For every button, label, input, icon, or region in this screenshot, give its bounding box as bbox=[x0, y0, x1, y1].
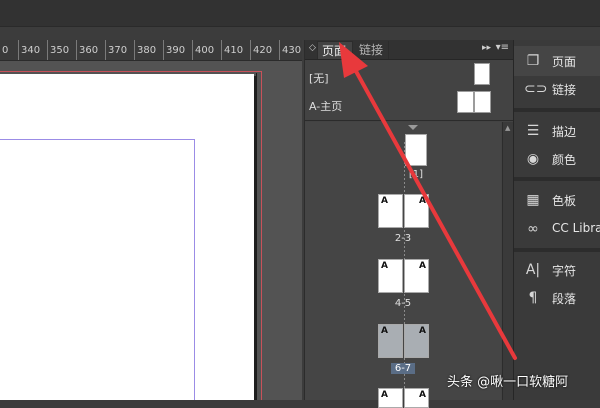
color-palette-icon: ◉ bbox=[526, 151, 540, 167]
ruler-label: 360 bbox=[79, 45, 99, 56]
ruler-tick bbox=[47, 40, 48, 60]
ruler-label: 390 bbox=[166, 45, 186, 56]
dock-item-label: 字符 bbox=[552, 264, 577, 278]
page-thumbnail-1[interactable] bbox=[405, 134, 427, 166]
swatches-icon: ▦ bbox=[526, 192, 540, 208]
master-none-thumbnail[interactable] bbox=[474, 63, 490, 85]
ruler-label: 380 bbox=[137, 45, 157, 56]
ruler-tick bbox=[279, 40, 280, 60]
collapse-arrows-icon[interactable]: ◇ bbox=[309, 43, 316, 53]
insert-marker-icon bbox=[408, 125, 418, 130]
page-thumbnail-4[interactable]: A bbox=[378, 259, 403, 293]
panel-tab-bar: ◇ 页面 链接 ▸▸ ▾≡ bbox=[305, 40, 513, 60]
ruler-tick bbox=[192, 40, 193, 60]
margin-guide bbox=[0, 139, 195, 400]
page-edge-line bbox=[256, 73, 257, 400]
document-pages-section: [1] A A 2-3 A A 4-5 A A 6-7 A A bbox=[305, 122, 501, 408]
pages-panel[interactable]: ◇ 页面 链接 ▸▸ ▾≡ [无] A-主页 [1] A A 2-3 A A 4… bbox=[304, 40, 514, 408]
ruler-label: 410 bbox=[224, 45, 244, 56]
master-a-right-thumbnail[interactable] bbox=[474, 91, 491, 113]
stroke-icon: ☰ bbox=[526, 123, 540, 139]
ruler-tick bbox=[18, 40, 19, 60]
pages-icon: ❐ bbox=[526, 53, 540, 69]
ruler-tick bbox=[250, 40, 251, 60]
page-thumbnail-9[interactable]: A bbox=[404, 388, 429, 408]
top-bar bbox=[0, 0, 600, 27]
links-icon: ⊂⊃ bbox=[524, 81, 548, 97]
dock-item-pages[interactable]: ❐ 页面 bbox=[514, 46, 600, 76]
page-thumbnail-5[interactable]: A bbox=[404, 259, 429, 293]
page-label-2-3: 2-3 bbox=[394, 233, 412, 244]
ruler-label: 420 bbox=[253, 45, 273, 56]
master-pages-section: [无] A-主页 bbox=[305, 60, 513, 121]
dock-item-swatches[interactable]: ▦ 色板 bbox=[514, 185, 600, 215]
dock-item-links[interactable]: ⊂⊃ 链接 bbox=[514, 74, 600, 104]
dock-item-label: 色板 bbox=[552, 194, 577, 208]
page-thumbnail-3[interactable]: A bbox=[404, 194, 429, 228]
dock-item-label: 颜色 bbox=[552, 153, 577, 167]
page-label-1: [1] bbox=[408, 169, 424, 180]
cc-libraries-icon: ∞ bbox=[527, 221, 539, 237]
dock-item-cc-libraries[interactable]: ∞ CC Libra bbox=[514, 214, 600, 244]
master-none-label[interactable]: [无] bbox=[309, 70, 329, 86]
ruler-label: 350 bbox=[50, 45, 70, 56]
ruler-label: 0 bbox=[2, 45, 9, 56]
dock-item-label: CC Libra bbox=[552, 221, 600, 235]
page-thumbnail-6[interactable]: A bbox=[378, 324, 403, 358]
panel-dock: ❐ 页面 ⊂⊃ 链接 ☰ 描边 ◉ 颜色 ▦ 色板 ∞ CC Libra A| … bbox=[513, 40, 600, 400]
dock-item-character[interactable]: A| 字符 bbox=[514, 255, 600, 285]
tab-links[interactable]: 链接 bbox=[355, 41, 389, 59]
dock-item-paragraph[interactable]: ¶ 段落 bbox=[514, 283, 600, 313]
character-icon: A| bbox=[525, 262, 541, 278]
ruler-label: 430 bbox=[282, 45, 302, 56]
horizontal-ruler[interactable]: 0 340 350 360 370 380 390 400 410 420 43… bbox=[0, 40, 302, 61]
panel-menu-icon[interactable]: ▾≡ bbox=[496, 42, 509, 53]
master-a-left-thumbnail[interactable] bbox=[457, 91, 474, 113]
dock-item-label: 页面 bbox=[552, 55, 577, 69]
paragraph-icon: ¶ bbox=[528, 290, 538, 306]
watermark: 头条 @啾一口软糖阿 bbox=[447, 375, 569, 390]
dock-separator bbox=[514, 248, 600, 252]
page-label-4-5: 4-5 bbox=[394, 298, 412, 309]
ruler-tick bbox=[163, 40, 164, 60]
page-thumbnail-7[interactable]: A bbox=[404, 324, 429, 358]
ruler-tick bbox=[221, 40, 222, 60]
page-label-6-7: 6-7 bbox=[391, 363, 415, 374]
dock-separator bbox=[514, 108, 600, 112]
dock-item-label: 段落 bbox=[552, 292, 577, 306]
ruler-label: 400 bbox=[195, 45, 215, 56]
tab-pages[interactable]: 页面 bbox=[317, 41, 353, 59]
dock-item-color[interactable]: ◉ 颜色 bbox=[514, 144, 600, 174]
master-a-label[interactable]: A-主页 bbox=[309, 98, 342, 114]
page-thumbnail-8[interactable]: A bbox=[378, 388, 403, 408]
scroll-up-icon[interactable]: ▲ bbox=[505, 124, 510, 132]
ruler-label: 340 bbox=[21, 45, 41, 56]
ruler-tick bbox=[105, 40, 106, 60]
page-thumbnail-2[interactable]: A bbox=[378, 194, 403, 228]
ruler-tick bbox=[134, 40, 135, 60]
dock-item-label: 链接 bbox=[552, 83, 577, 97]
dock-item-stroke[interactable]: ☰ 描边 bbox=[514, 116, 600, 146]
dock-item-label: 描边 bbox=[552, 125, 577, 139]
document-canvas[interactable] bbox=[0, 61, 302, 400]
dock-separator bbox=[514, 177, 600, 181]
ruler-tick bbox=[76, 40, 77, 60]
collapse-panel-icon[interactable]: ▸▸ bbox=[482, 43, 491, 53]
ruler-label: 370 bbox=[108, 45, 128, 56]
